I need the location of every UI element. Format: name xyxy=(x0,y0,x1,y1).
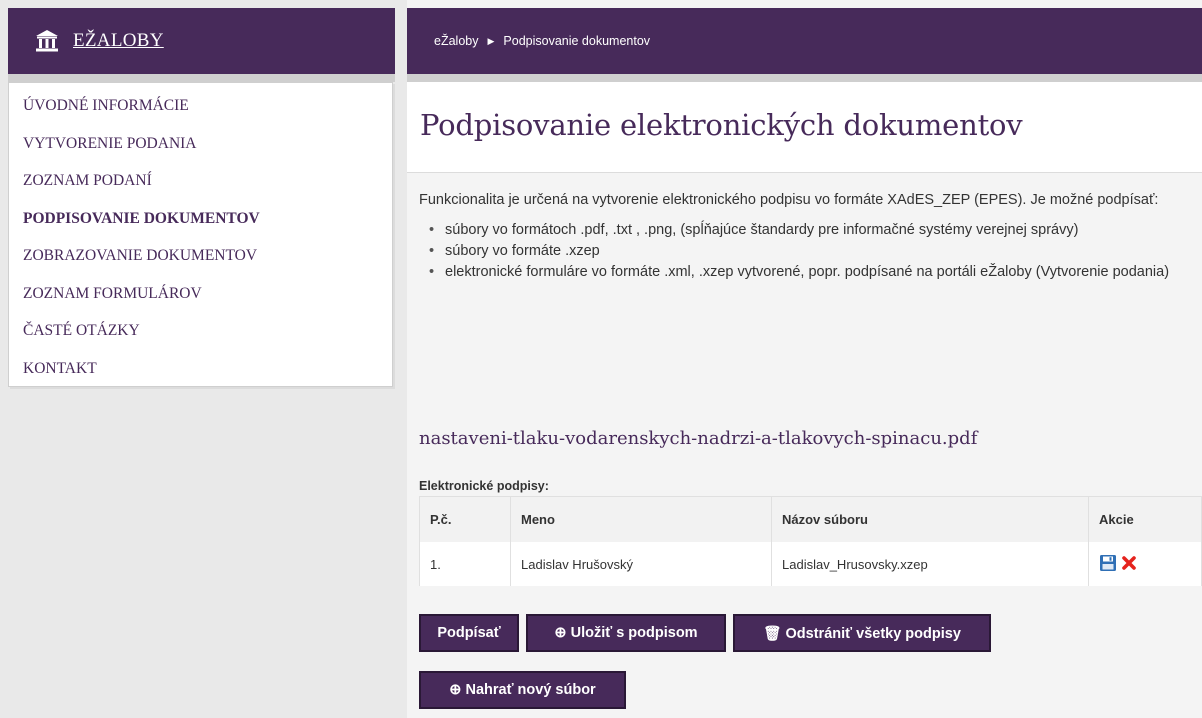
menu-item-caste-otazky[interactable]: ČASTÉ OTÁZKY xyxy=(9,316,392,354)
courthouse-icon xyxy=(35,29,59,53)
cell-file: Ladislav_Hrusovsky.xzep xyxy=(771,542,1089,586)
breadcrumb-home[interactable]: eŽaloby xyxy=(434,34,478,48)
cell-actions xyxy=(1088,542,1202,586)
breadcrumb: eŽaloby ▶ Podpisovanie dokumentov xyxy=(434,34,650,48)
column-header-no: P.č. xyxy=(419,496,511,542)
column-header-file: Názov súboru xyxy=(771,496,1089,542)
menu-item-kontakt[interactable]: KONTAKT xyxy=(9,354,392,392)
page-title: Podpisovanie elektronických dokumentov xyxy=(420,108,1023,142)
brand-link[interactable]: EŽALOBY xyxy=(73,30,164,52)
sign-button[interactable]: Podpísať xyxy=(419,614,519,652)
cell-no: 1. xyxy=(419,542,511,586)
breadcrumb-current: Podpisovanie dokumentov xyxy=(503,34,651,48)
sidebar: EŽALOBY ÚVODNÉ INFORMÁCIE VYTVORENIE POD… xyxy=(0,0,398,718)
format-list-item: elektronické formuláre vo formáte .xml, … xyxy=(427,262,1189,283)
menu-item-zoznam-formularov[interactable]: ZOZNAM FORMULÁROV xyxy=(9,279,392,317)
remove-all-signatures-button[interactable]: 🗑 Odstrániť všetky podpisy xyxy=(733,614,991,652)
top-bar: eŽaloby ▶ Podpisovanie dokumentov xyxy=(407,8,1202,82)
breadcrumb-separator-icon: ▶ xyxy=(487,35,495,46)
main-content: eŽaloby ▶ Podpisovanie dokumentov Podpis… xyxy=(407,0,1202,718)
save-floppy-icon[interactable] xyxy=(1099,554,1117,575)
document-filename: nastaveni-tlaku-vodarenskych-nadrzi-a-tl… xyxy=(419,428,978,449)
brand-header: EŽALOBY xyxy=(8,8,395,82)
column-header-name: Meno xyxy=(510,496,772,542)
menu-item-zoznam-podani[interactable]: ZOZNAM PODANÍ xyxy=(9,166,392,204)
format-list-item: súbory vo formáte .xzep xyxy=(427,241,1189,262)
description: Funkcionalita je určená na vytvorenie el… xyxy=(419,190,1189,283)
column-header-actions: Akcie xyxy=(1088,496,1202,542)
menu-item-podpisovanie-dokumentov[interactable]: PODPISOVANIE DOKUMENTOV xyxy=(9,204,392,242)
table-row: 1. Ladislav Hrušovský Ladislav_Hrusovsky… xyxy=(419,542,1202,586)
save-with-signature-button[interactable]: ⊕ Uložiť s podpisom xyxy=(526,614,726,652)
format-list-item: súbory vo formátoch .pdf, .txt , .png, (… xyxy=(427,220,1189,241)
format-list: súbory vo formátoch .pdf, .txt , .png, (… xyxy=(419,220,1189,283)
signatures-table: P.č. Meno Názov súboru Akcie 1. Ladislav… xyxy=(419,496,1202,586)
upload-new-file-button[interactable]: ⊕ Nahrať nový súbor xyxy=(419,671,626,709)
delete-x-icon[interactable] xyxy=(1121,555,1137,574)
title-box: Podpisovanie elektronických dokumentov xyxy=(407,82,1202,173)
menu-item-vytvorenie-podania[interactable]: VYTVORENIE PODANIA xyxy=(9,129,392,167)
intro-text: Funkcionalita je určená na vytvorenie el… xyxy=(419,192,1159,208)
menu-item-uvodne-informacie[interactable]: ÚVODNÉ INFORMÁCIE xyxy=(9,91,392,129)
cell-name: Ladislav Hrušovský xyxy=(510,542,772,586)
signatures-label: Elektronické podpisy: xyxy=(419,479,549,493)
main-menu: ÚVODNÉ INFORMÁCIE VYTVORENIE PODANIA ZOZ… xyxy=(8,82,393,387)
menu-item-zobrazovanie-dokumentov[interactable]: ZOBRAZOVANIE DOKUMENTOV xyxy=(9,241,392,279)
